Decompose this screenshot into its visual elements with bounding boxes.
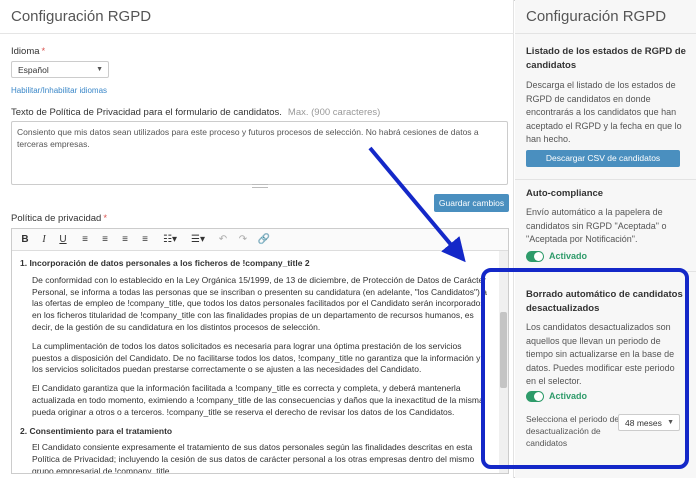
undo-icon[interactable]: ↶ [216, 233, 230, 246]
title-divider [0, 33, 514, 34]
left-panel: Configuración RGPD Idioma * Español ▼ Hab… [0, 0, 514, 478]
privacy-policy-label-text: Política de privacidad [11, 213, 102, 224]
redo-icon[interactable]: ↷ [236, 233, 250, 246]
section-heading: 1. Incorporación de datos personales a l… [20, 258, 310, 268]
csv-section-text: Descarga el listado de los estados de RG… [526, 80, 682, 144]
section-paragraph: El Candidato garantiza que la informació… [32, 383, 484, 417]
highlight-box [481, 268, 689, 469]
csv-section-heading: Listado de los estados de RGPD de candid… [526, 46, 686, 71]
section-heading: 2. Consentimiento para el tratamiento [20, 425, 173, 436]
privacy-policy-editor[interactable]: B I U ≡ ≡ ≡ ≡ ☷▾ ☰▾ ↶ ↷ 🔗 1. Incorporaci… [11, 228, 509, 474]
save-button[interactable]: Guardar cambios [434, 194, 509, 212]
auto-compliance-toggle[interactable] [526, 251, 544, 262]
download-csv-button[interactable]: Descargar CSV de candidatos [526, 150, 680, 167]
numbered-list-icon[interactable]: ☰▾ [188, 233, 208, 246]
align-center-icon[interactable]: ≡ [98, 233, 112, 246]
auto-compliance-text: Envío automático a la papelera de candid… [526, 207, 667, 244]
textarea-resize-handle[interactable] [252, 184, 268, 188]
align-right-icon[interactable]: ≡ [118, 233, 132, 246]
privacy-form-text-label-text: Texto de Política de Privacidad para el … [11, 107, 282, 118]
auto-compliance-heading: Auto-compliance [526, 188, 604, 199]
language-label: Idioma * [11, 46, 45, 57]
language-select-value: Español [18, 65, 49, 75]
required-mark: * [41, 46, 46, 57]
privacy-policy-label: Política de privacidad * [11, 213, 107, 224]
underline-icon[interactable]: U [56, 233, 70, 246]
language-select[interactable]: Español ▼ [11, 61, 109, 78]
bullet-list-icon[interactable]: ☷▾ [160, 233, 180, 246]
required-mark: * [103, 213, 108, 224]
editor-content[interactable]: 1. Incorporación de datos personales a l… [20, 258, 492, 474]
sidebar-title: Configuración RGPD [526, 8, 667, 25]
section-paragraph: El Candidato consiente expresamente el t… [32, 442, 475, 474]
align-left-icon[interactable]: ≡ [78, 233, 92, 246]
section-paragraph: De conformidad con lo establecido en la … [32, 274, 487, 332]
link-icon[interactable]: 🔗 [257, 233, 271, 246]
chevron-down-icon: ▼ [96, 66, 103, 73]
privacy-form-textarea[interactable]: Consiento que mis datos sean utilizados … [11, 121, 508, 185]
align-justify-icon[interactable]: ≡ [138, 233, 152, 246]
enable-languages-link[interactable]: Habilitar/Inhabilitar idiomas [11, 86, 107, 95]
page-title: Configuración RGPD [11, 8, 152, 25]
sidebar-title-divider [515, 33, 696, 34]
bold-icon[interactable]: B [18, 233, 32, 246]
language-label-text: Idioma [11, 46, 40, 57]
section-paragraph: La cumplimentación de todos los datos so… [32, 340, 481, 375]
editor-toolbar: B I U ≡ ≡ ≡ ≡ ☷▾ ☰▾ ↶ ↷ 🔗 [12, 229, 508, 251]
italic-icon[interactable]: I [37, 233, 51, 246]
section-divider [515, 179, 696, 180]
privacy-form-text-hint: Max. (900 caracteres) [287, 107, 381, 118]
privacy-form-text-label: Texto de Política de Privacidad para el … [11, 107, 380, 118]
auto-compliance-toggle-label: Activado [549, 251, 588, 261]
